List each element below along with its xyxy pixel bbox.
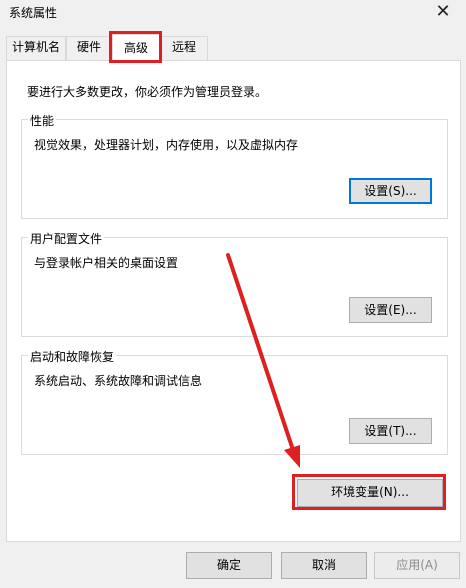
tab-panel-advanced: 要进行大多数更改，你必须作为管理员登录。 性能 视觉效果，处理器计划，内存使用，…: [6, 60, 461, 542]
admin-notice: 要进行大多数更改，你必须作为管理员登录。: [27, 85, 268, 99]
performance-settings-button[interactable]: 设置(S)...: [349, 178, 432, 204]
group-startup-recovery: 启动和故障恢复 系统启动、系统故障和调试信息 设置(T)...: [21, 348, 448, 455]
close-icon[interactable]: ✕: [420, 0, 466, 28]
tab-hardware[interactable]: 硬件: [66, 36, 112, 60]
tab-advanced[interactable]: 高级: [112, 34, 160, 62]
startup-recovery-settings-button[interactable]: 设置(T)...: [349, 418, 432, 444]
group-desc-performance: 视觉效果，处理器计划，内存使用，以及虚拟内存: [34, 138, 299, 152]
title-bar: 系统属性 ✕: [0, 0, 466, 28]
apply-button[interactable]: 应用(A): [374, 552, 460, 579]
window-title: 系统属性: [9, 6, 58, 20]
user-profiles-settings-button[interactable]: 设置(E)...: [349, 297, 432, 323]
group-desc-user-profiles: 与登录帐户相关的桌面设置: [34, 256, 179, 270]
ok-button[interactable]: 确定: [186, 552, 272, 579]
group-desc-startup-recovery: 系统启动、系统故障和调试信息: [34, 374, 203, 388]
environment-variables-button[interactable]: 环境变量(N)...: [297, 479, 443, 507]
tab-remote[interactable]: 远程: [160, 36, 208, 60]
group-user-profiles: 用户配置文件 与登录帐户相关的桌面设置 设置(E)...: [21, 230, 448, 337]
group-title-performance: 性能: [28, 112, 57, 129]
group-performance: 性能 视觉效果，处理器计划，内存使用，以及虚拟内存 设置(S)...: [21, 112, 448, 219]
tab-computer-name[interactable]: 计算机名: [6, 36, 66, 60]
group-title-startup-recovery: 启动和故障恢复: [28, 348, 117, 365]
cancel-button[interactable]: 取消: [281, 552, 367, 579]
group-title-user-profiles: 用户配置文件: [28, 230, 105, 247]
